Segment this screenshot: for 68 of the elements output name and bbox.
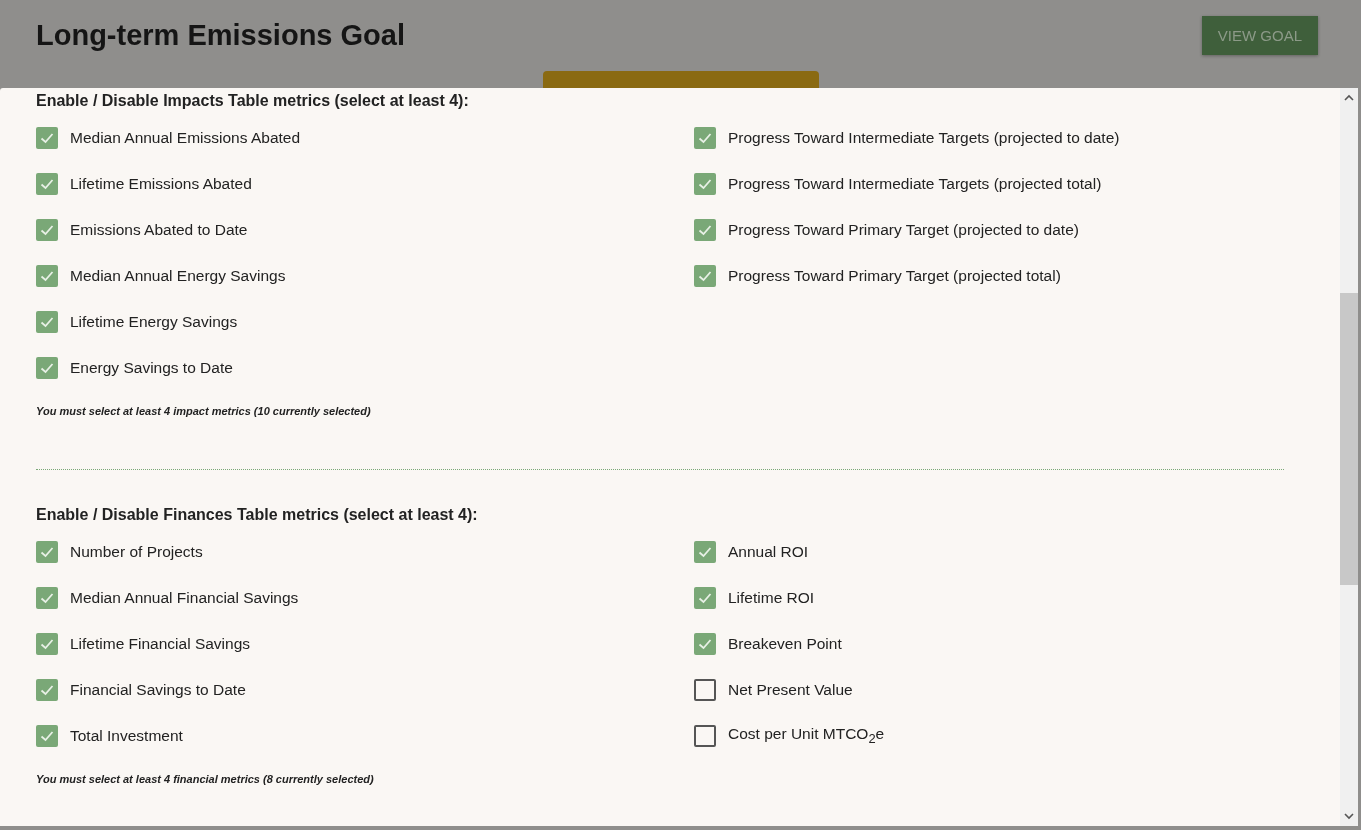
check-icon: [40, 684, 54, 696]
check-icon: [40, 224, 54, 236]
hint-text: You must select at least 4 financial metrics (8 currently selected): [36, 773, 375, 785]
checkbox[interactable]: [694, 541, 716, 563]
checkbox[interactable]: [694, 219, 716, 241]
checkbox[interactable]: [36, 311, 58, 333]
checkbox-label: Median Annual Emissions Abated: [70, 129, 301, 147]
checkbox-label: Financial Savings to Date: [70, 681, 246, 699]
checkbox[interactable]: [36, 265, 58, 287]
check-icon: [698, 178, 712, 190]
checkbox[interactable]: [36, 587, 58, 609]
checkbox-label: Annual ROI: [728, 543, 809, 561]
checkbox[interactable]: [694, 679, 716, 701]
section-heading: Enable / Disable Impacts Table metrics (select at least 4):: [36, 92, 470, 110]
page-title: Long-term Emissions Goal: [36, 18, 405, 52]
checkbox-label: Cost per Unit MTCO$_{2}$e: [728, 725, 885, 747]
scrollbar[interactable]: [1340, 88, 1358, 826]
checkbox-label: Progress Toward Intermediate Targets (projected total): [728, 175, 1102, 193]
scroll-up-icon[interactable]: [1344, 94, 1354, 101]
checkbox-label: Progress Toward Intermediate Targets (projected to date): [728, 129, 1120, 147]
check-icon: [40, 546, 54, 558]
checkbox[interactable]: [694, 725, 716, 747]
checkbox-label: Lifetime Emissions Abated: [70, 175, 252, 193]
checkbox[interactable]: [36, 127, 58, 149]
check-icon: [40, 730, 54, 742]
checkbox[interactable]: [36, 541, 58, 563]
checkbox-label: Number of Projects: [70, 543, 203, 561]
check-icon: [698, 638, 712, 650]
check-icon: [40, 638, 54, 650]
scroll-down-icon[interactable]: [1344, 813, 1354, 820]
checkbox[interactable]: [36, 219, 58, 241]
check-icon: [698, 270, 712, 282]
check-icon: [698, 132, 712, 144]
scrollbar-thumb[interactable]: [1340, 293, 1358, 585]
checkbox[interactable]: [694, 127, 716, 149]
checkbox-label: Median Annual Energy Savings: [70, 267, 286, 285]
checkbox-label: Lifetime Energy Savings: [70, 313, 238, 331]
checkbox-label: Lifetime ROI: [728, 589, 815, 607]
checkbox-label: Progress Toward Primary Target (projected total): [728, 267, 1061, 285]
checkbox-label: Breakeven Point: [728, 635, 842, 653]
checkbox-label: Progress Toward Primary Target (projected to date): [728, 221, 1079, 239]
check-icon: [40, 178, 54, 190]
checkbox-label: Net Present Value: [728, 681, 853, 699]
checkbox-label: Emissions Abated to Date: [70, 221, 248, 239]
checkbox-label: Median Annual Financial Savings: [70, 589, 299, 607]
checkbox-label: Total Investment: [70, 727, 183, 745]
section-heading: Enable / Disable Finances Table metrics (select at least 4):: [36, 506, 479, 524]
checkbox[interactable]: [694, 633, 716, 655]
checkbox[interactable]: [36, 173, 58, 195]
checkbox[interactable]: [694, 587, 716, 609]
check-icon: [40, 270, 54, 282]
view-goal-button[interactable]: VIEW GOAL: [1201, 15, 1318, 55]
checkbox[interactable]: [694, 265, 716, 287]
hint-text: You must select at least 4 impact metrics (10 currently selected): [36, 405, 372, 417]
checkbox-label: Lifetime Financial Savings: [70, 635, 251, 653]
checkbox[interactable]: [694, 173, 716, 195]
check-icon: [698, 224, 712, 236]
check-icon: [40, 592, 54, 604]
checkbox-label: Energy Savings to Date: [70, 359, 233, 377]
check-icon: [40, 362, 54, 374]
checkbox[interactable]: [36, 357, 58, 379]
checkbox[interactable]: [36, 679, 58, 701]
check-icon: [40, 316, 54, 328]
check-icon: [40, 132, 54, 144]
checkbox[interactable]: [36, 725, 58, 747]
check-icon: [698, 546, 712, 558]
checkbox[interactable]: [36, 633, 58, 655]
check-icon: [698, 592, 712, 604]
